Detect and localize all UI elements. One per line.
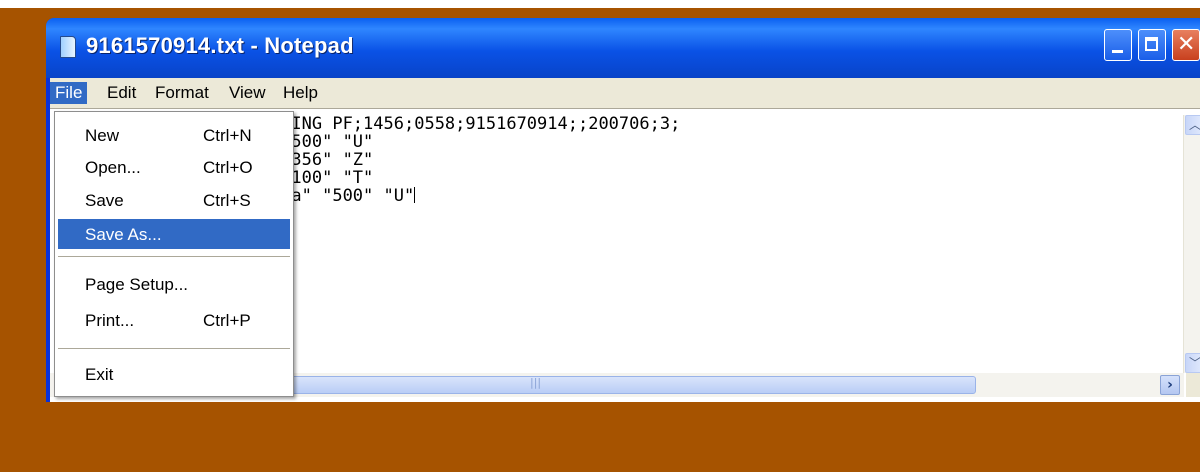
file-menu: New Ctrl+N Open... Ctrl+O Save Ctrl+S Sa…	[54, 111, 294, 397]
minimize-icon	[1112, 50, 1123, 53]
horizontal-scroll-thumb[interactable]	[290, 376, 976, 394]
title-bar[interactable]: 9161570914.txt - Notepad ✕	[46, 18, 1200, 78]
menu-item-label: Open...	[85, 158, 141, 177]
menu-item-print[interactable]: Print... Ctrl+P	[58, 305, 290, 335]
menu-item-exit[interactable]: Exit	[58, 359, 290, 389]
menu-item-save[interactable]: Save Ctrl+S	[58, 185, 290, 215]
text-caret	[414, 187, 416, 203]
menu-item-page-setup[interactable]: Page Setup...	[58, 269, 290, 299]
scroll-right-icon[interactable]: ›	[1160, 375, 1180, 395]
menu-item-shortcut: Ctrl+N	[203, 126, 252, 145]
menu-item-shortcut: Ctrl+S	[203, 191, 251, 210]
scroll-down-icon[interactable]: ﹀	[1185, 353, 1200, 373]
menu-item-label: Exit	[85, 365, 114, 384]
vertical-scrollbar[interactable]: ︿ ﹀	[1183, 115, 1200, 373]
size-grip-icon[interactable]	[1186, 373, 1200, 397]
menu-item-label: Page Setup...	[85, 275, 189, 294]
menu-item-save-as[interactable]: Save As...	[58, 219, 290, 249]
menu-format[interactable]: Format	[150, 82, 214, 104]
menu-item-shortcut: Ctrl+O	[203, 158, 253, 177]
menu-item-label: Save	[85, 191, 124, 210]
menu-item-open[interactable]: Open... Ctrl+O	[58, 152, 290, 182]
scroll-grip-icon: |||	[530, 376, 542, 389]
menu-edit[interactable]: Edit	[102, 82, 141, 104]
menu-item-new[interactable]: New Ctrl+N	[58, 120, 290, 150]
close-button[interactable]: ✕	[1172, 29, 1200, 61]
scroll-up-icon[interactable]: ︿	[1185, 115, 1200, 135]
close-icon: ✕	[1177, 32, 1196, 57]
menu-item-label: New	[85, 126, 120, 145]
menu-bar: File Edit Format View Help	[50, 78, 1200, 108]
menu-file[interactable]: File	[50, 82, 88, 104]
notepad-icon[interactable]	[60, 36, 76, 58]
menu-item-label: Save As...	[85, 225, 162, 244]
top-strip	[0, 0, 1200, 8]
menu-help[interactable]: Help	[278, 82, 323, 104]
minimize-button[interactable]	[1104, 29, 1132, 61]
menu-separator	[58, 256, 290, 257]
maximize-icon	[1145, 37, 1158, 51]
menu-item-label: Print...	[85, 311, 135, 330]
window-title: 9161570914.txt - Notepad	[86, 33, 354, 58]
menu-item-shortcut: Ctrl+P	[203, 311, 251, 330]
maximize-button[interactable]	[1138, 29, 1166, 61]
menu-separator	[58, 348, 290, 349]
menu-view[interactable]: View	[224, 82, 271, 104]
